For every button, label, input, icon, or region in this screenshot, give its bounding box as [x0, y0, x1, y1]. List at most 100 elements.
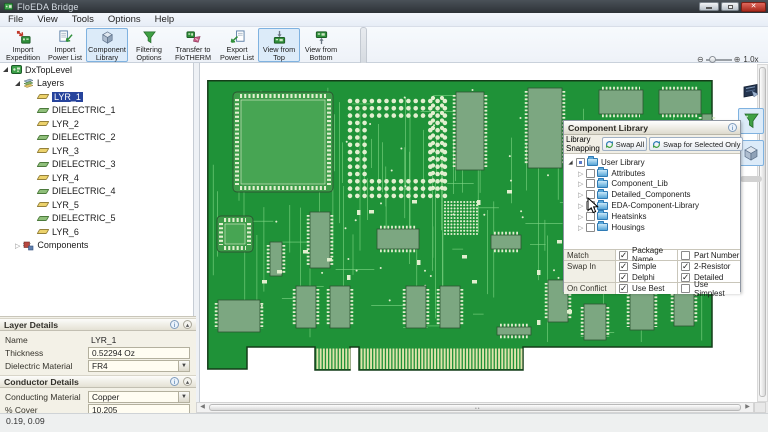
- board-view-tool-button[interactable]: [738, 78, 764, 104]
- chevron-down-icon[interactable]: ▼: [178, 392, 189, 402]
- checkbox[interactable]: [619, 262, 628, 271]
- info-icon[interactable]: i: [728, 123, 737, 132]
- scroll-right-icon[interactable]: ▶: [742, 403, 753, 412]
- checkbox[interactable]: [681, 284, 690, 293]
- import-expedition-button[interactable]: Import Expedition: [2, 28, 44, 62]
- option-cell[interactable]: Simple: [616, 261, 678, 272]
- swap-all-button[interactable]: Swap All: [602, 137, 647, 151]
- dialog-scroll-strip[interactable]: [740, 176, 762, 182]
- close-button[interactable]: ✕: [741, 2, 766, 12]
- conducting-material-select[interactable]: Copper▼: [88, 391, 190, 403]
- tree-item-layer[interactable]: LYR_1: [0, 90, 193, 104]
- checkbox[interactable]: [586, 201, 595, 210]
- option-cell[interactable]: Use Simplest: [678, 283, 740, 294]
- menu-tools[interactable]: Tools: [72, 14, 94, 25]
- dielectric-material-select[interactable]: FR4▼: [88, 360, 190, 372]
- zoom-slider-thumb[interactable]: [709, 56, 716, 63]
- menu-view[interactable]: View: [37, 14, 57, 25]
- conductor-details-header[interactable]: Conductor Details i ▴: [0, 375, 196, 388]
- expander-open-icon[interactable]: [3, 67, 8, 72]
- expander-closed-icon[interactable]: [15, 240, 23, 250]
- tree-item-layer[interactable]: LYR_5: [0, 198, 193, 212]
- menu-help[interactable]: Help: [155, 14, 175, 25]
- checkbox[interactable]: [586, 179, 595, 188]
- tree-item-layer[interactable]: DIELECTRIC_5: [0, 212, 193, 226]
- collapse-icon[interactable]: ▴: [183, 377, 192, 386]
- tree-item-layer[interactable]: LYR_6: [0, 225, 193, 239]
- expander-open-icon[interactable]: [568, 160, 572, 164]
- main-toolbar: Import Expedition Import Power List Comp…: [0, 27, 768, 63]
- folder-icon: [597, 202, 608, 210]
- folder-icon: [597, 212, 608, 220]
- library-tree-item[interactable]: Detailed_Components: [564, 189, 740, 200]
- collapse-icon[interactable]: ▴: [183, 320, 192, 329]
- menu-file[interactable]: File: [8, 14, 23, 25]
- tree-item-layers[interactable]: Layers: [0, 77, 193, 91]
- menu-options[interactable]: Options: [108, 14, 141, 25]
- filtering-options-button[interactable]: Filtering Options: [128, 28, 170, 62]
- option-cell[interactable]: Use Best: [616, 283, 678, 294]
- dialog-title-bar[interactable]: Component Library i: [564, 121, 740, 135]
- expander-closed-icon[interactable]: [578, 201, 586, 210]
- option-cell[interactable]: Package Name: [616, 250, 678, 260]
- expander-closed-icon[interactable]: [578, 223, 586, 232]
- transfer-to-flotherm-button[interactable]: Transfer to FloTHERM XT: [170, 28, 216, 62]
- export-power-list-button[interactable]: Export Power List: [216, 28, 258, 62]
- option-cell[interactable]: Part Number: [678, 250, 740, 260]
- scroll-left-icon[interactable]: ◀: [197, 403, 208, 412]
- option-cell[interactable]: Delphi: [616, 272, 678, 282]
- zoom-slider[interactable]: [706, 59, 732, 61]
- filter-tool-button[interactable]: [738, 108, 764, 134]
- maximize-button[interactable]: [721, 2, 739, 11]
- checkbox[interactable]: [586, 223, 595, 232]
- view-from-bottom-button[interactable]: View from Bottom: [300, 28, 342, 62]
- expander-closed-icon[interactable]: [578, 212, 586, 221]
- layer-name-value: LYR_1: [91, 335, 116, 345]
- expander-closed-icon[interactable]: [578, 169, 586, 178]
- library-tree-label: Heatsinks: [611, 212, 646, 221]
- library-tree-item[interactable]: EDA-Component-Library: [564, 200, 740, 211]
- option-cell[interactable]: 2-Resistor: [678, 261, 740, 272]
- checkbox[interactable]: [586, 169, 595, 178]
- tree-item-layer[interactable]: DIELECTRIC_4: [0, 185, 193, 199]
- checkbox[interactable]: [681, 273, 690, 282]
- tree-item-layer[interactable]: DIELECTRIC_3: [0, 158, 193, 172]
- scrollbar-thumb[interactable]: ••: [209, 404, 741, 411]
- design-tree-panel: DxTopLevel Layers LYR_1 DIELECTRIC_1 LYR…: [0, 63, 193, 316]
- checkbox[interactable]: [586, 212, 595, 221]
- info-icon[interactable]: i: [170, 377, 179, 386]
- checkbox[interactable]: [619, 273, 628, 282]
- library-tree-item[interactable]: User Library: [564, 157, 740, 168]
- checkbox[interactable]: [681, 251, 690, 260]
- tree-item-layer[interactable]: LYR_4: [0, 171, 193, 185]
- tree-item-layer[interactable]: DIELECTRIC_1: [0, 104, 193, 118]
- chevron-down-icon[interactable]: ▼: [178, 361, 189, 371]
- tree-item-layer[interactable]: LYR_2: [0, 117, 193, 131]
- swap-for-selected-button[interactable]: Swap for Selected Only: [649, 137, 743, 151]
- view-from-top-button[interactable]: View from Top: [258, 28, 300, 62]
- tree-item-layer[interactable]: LYR_3: [0, 144, 193, 158]
- dielectric-icon: [37, 216, 50, 221]
- checkbox[interactable]: [619, 284, 628, 293]
- library-tree-item[interactable]: Component_Lib: [564, 179, 740, 190]
- minimize-button[interactable]: [699, 2, 719, 11]
- tree-item-layer[interactable]: DIELECTRIC_2: [0, 131, 193, 145]
- info-icon[interactable]: i: [170, 320, 179, 329]
- checkbox[interactable]: [681, 262, 690, 271]
- component-library-button[interactable]: Component Library: [86, 28, 128, 62]
- checkbox[interactable]: [619, 251, 628, 260]
- library-tree-item[interactable]: Attributes: [564, 168, 740, 179]
- checkbox[interactable]: [586, 190, 595, 199]
- tree-item-dxtoplevel[interactable]: DxTopLevel: [0, 63, 193, 77]
- library-tree-item[interactable]: Housings: [564, 222, 740, 233]
- horizontal-scrollbar[interactable]: ◀ •• ▶: [196, 402, 754, 413]
- expander-closed-icon[interactable]: [578, 190, 586, 199]
- layer-details-header[interactable]: Layer Details i ▴: [0, 318, 196, 331]
- expander-open-icon[interactable]: [15, 81, 20, 86]
- library-tree-item[interactable]: Heatsinks: [564, 211, 740, 222]
- thickness-input[interactable]: 0.52294 Oz: [88, 347, 190, 359]
- checkbox[interactable]: [576, 158, 585, 167]
- tree-item-components[interactable]: Components: [0, 239, 193, 253]
- expander-closed-icon[interactable]: [578, 179, 586, 188]
- import-power-list-button[interactable]: Import Power List: [44, 28, 86, 62]
